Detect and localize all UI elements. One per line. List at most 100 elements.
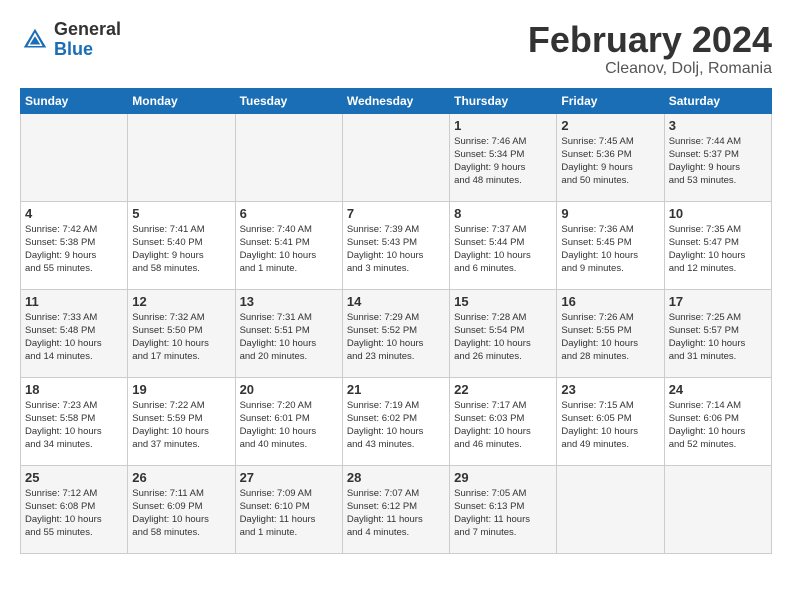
title-block: February 2024 Cleanov, Dolj, Romania xyxy=(528,20,772,78)
day-info: Sunrise: 7:19 AM Sunset: 6:02 PM Dayligh… xyxy=(347,399,445,452)
day-info: Sunrise: 7:35 AM Sunset: 5:47 PM Dayligh… xyxy=(669,223,767,276)
day-number: 17 xyxy=(669,294,767,309)
day-number: 13 xyxy=(240,294,338,309)
calendar-cell: 17 Sunrise: 7:25 AM Sunset: 5:57 PM Dayli… xyxy=(664,289,771,377)
day-info: Sunrise: 7:39 AM Sunset: 5:43 PM Dayligh… xyxy=(347,223,445,276)
calendar-cell: 23 Sunrise: 7:15 AM Sunset: 6:05 PM Dayli… xyxy=(557,377,664,465)
calendar-cell: 5 Sunrise: 7:41 AM Sunset: 5:40 PM Daylig… xyxy=(128,201,235,289)
calendar-week-2: 4 Sunrise: 7:42 AM Sunset: 5:38 PM Daylig… xyxy=(21,201,772,289)
calendar-cell: 14 Sunrise: 7:29 AM Sunset: 5:52 PM Dayli… xyxy=(342,289,449,377)
day-number: 2 xyxy=(561,118,659,133)
day-number: 5 xyxy=(132,206,230,221)
logo-blue-text: Blue xyxy=(54,39,93,59)
calendar-cell: 1Sunrise: 7:46 AM Sunset: 5:34 PM Daylig… xyxy=(450,113,557,201)
calendar-cell: 2 Sunrise: 7:45 AM Sunset: 5:36 PM Daylig… xyxy=(557,113,664,201)
calendar-week-5: 25 Sunrise: 7:12 AM Sunset: 6:08 PM Dayli… xyxy=(21,465,772,553)
day-info: Sunrise: 7:11 AM Sunset: 6:09 PM Dayligh… xyxy=(132,487,230,540)
day-number: 23 xyxy=(561,382,659,397)
calendar-cell xyxy=(664,465,771,553)
day-info: Sunrise: 7:31 AM Sunset: 5:51 PM Dayligh… xyxy=(240,311,338,364)
day-info: Sunrise: 7:20 AM Sunset: 6:01 PM Dayligh… xyxy=(240,399,338,452)
calendar-cell: 6 Sunrise: 7:40 AM Sunset: 5:41 PM Daylig… xyxy=(235,201,342,289)
day-info: Sunrise: 7:15 AM Sunset: 6:05 PM Dayligh… xyxy=(561,399,659,452)
day-number: 16 xyxy=(561,294,659,309)
day-number: 24 xyxy=(669,382,767,397)
day-header-saturday: Saturday xyxy=(664,88,771,113)
calendar-header-row: SundayMondayTuesdayWednesdayThursdayFrid… xyxy=(21,88,772,113)
day-info: Sunrise: 7:22 AM Sunset: 5:59 PM Dayligh… xyxy=(132,399,230,452)
day-info: Sunrise: 7:42 AM Sunset: 5:38 PM Dayligh… xyxy=(25,223,123,276)
day-info: Sunrise: 7:28 AM Sunset: 5:54 PM Dayligh… xyxy=(454,311,552,364)
day-info: Sunrise: 7:45 AM Sunset: 5:36 PM Dayligh… xyxy=(561,135,659,188)
day-number: 6 xyxy=(240,206,338,221)
calendar-week-4: 18 Sunrise: 7:23 AM Sunset: 5:58 PM Dayli… xyxy=(21,377,772,465)
day-number: 8 xyxy=(454,206,552,221)
day-info: Sunrise: 7:44 AM Sunset: 5:37 PM Dayligh… xyxy=(669,135,767,188)
day-info: Sunrise: 7:40 AM Sunset: 5:41 PM Dayligh… xyxy=(240,223,338,276)
day-number: 11 xyxy=(25,294,123,309)
calendar-cell: 28 Sunrise: 7:07 AM Sunset: 6:12 PM Dayli… xyxy=(342,465,449,553)
day-info: Sunrise: 7:26 AM Sunset: 5:55 PM Dayligh… xyxy=(561,311,659,364)
day-info: Sunrise: 7:25 AM Sunset: 5:57 PM Dayligh… xyxy=(669,311,767,364)
day-number: 4 xyxy=(25,206,123,221)
calendar-cell: 13 Sunrise: 7:31 AM Sunset: 5:51 PM Dayli… xyxy=(235,289,342,377)
calendar-week-1: 1Sunrise: 7:46 AM Sunset: 5:34 PM Daylig… xyxy=(21,113,772,201)
calendar-cell: 8 Sunrise: 7:37 AM Sunset: 5:44 PM Daylig… xyxy=(450,201,557,289)
calendar-cell: 9 Sunrise: 7:36 AM Sunset: 5:45 PM Daylig… xyxy=(557,201,664,289)
day-number: 27 xyxy=(240,470,338,485)
calendar-cell: 25 Sunrise: 7:12 AM Sunset: 6:08 PM Dayli… xyxy=(21,465,128,553)
calendar-cell xyxy=(128,113,235,201)
calendar-cell: 10 Sunrise: 7:35 AM Sunset: 5:47 PM Dayli… xyxy=(664,201,771,289)
day-number: 20 xyxy=(240,382,338,397)
calendar-cell: 18 Sunrise: 7:23 AM Sunset: 5:58 PM Dayli… xyxy=(21,377,128,465)
calendar-cell: 12 Sunrise: 7:32 AM Sunset: 5:50 PM Dayli… xyxy=(128,289,235,377)
day-info: Sunrise: 7:41 AM Sunset: 5:40 PM Dayligh… xyxy=(132,223,230,276)
calendar-cell: 19 Sunrise: 7:22 AM Sunset: 5:59 PM Dayli… xyxy=(128,377,235,465)
day-number: 1 xyxy=(454,118,552,133)
day-info: Sunrise: 7:33 AM Sunset: 5:48 PM Dayligh… xyxy=(25,311,123,364)
day-info: Sunrise: 7:12 AM Sunset: 6:08 PM Dayligh… xyxy=(25,487,123,540)
day-info: Sunrise: 7:37 AM Sunset: 5:44 PM Dayligh… xyxy=(454,223,552,276)
calendar-cell xyxy=(557,465,664,553)
calendar-week-3: 11 Sunrise: 7:33 AM Sunset: 5:48 PM Dayli… xyxy=(21,289,772,377)
logo-icon xyxy=(20,25,50,55)
day-number: 10 xyxy=(669,206,767,221)
month-title: February 2024 xyxy=(528,20,772,60)
day-number: 14 xyxy=(347,294,445,309)
calendar-cell: 27 Sunrise: 7:09 AM Sunset: 6:10 PM Dayli… xyxy=(235,465,342,553)
day-number: 12 xyxy=(132,294,230,309)
day-number: 25 xyxy=(25,470,123,485)
day-header-friday: Friday xyxy=(557,88,664,113)
day-header-sunday: Sunday xyxy=(21,88,128,113)
logo-general-text: General xyxy=(54,19,121,39)
day-number: 19 xyxy=(132,382,230,397)
day-header-thursday: Thursday xyxy=(450,88,557,113)
day-info: Sunrise: 7:23 AM Sunset: 5:58 PM Dayligh… xyxy=(25,399,123,452)
day-info: Sunrise: 7:32 AM Sunset: 5:50 PM Dayligh… xyxy=(132,311,230,364)
calendar-cell: 15 Sunrise: 7:28 AM Sunset: 5:54 PM Dayli… xyxy=(450,289,557,377)
day-info: Sunrise: 7:07 AM Sunset: 6:12 PM Dayligh… xyxy=(347,487,445,540)
day-info: Sunrise: 7:05 AM Sunset: 6:13 PM Dayligh… xyxy=(454,487,552,540)
day-number: 21 xyxy=(347,382,445,397)
day-info: Sunrise: 7:14 AM Sunset: 6:06 PM Dayligh… xyxy=(669,399,767,452)
day-info: Sunrise: 7:09 AM Sunset: 6:10 PM Dayligh… xyxy=(240,487,338,540)
day-header-monday: Monday xyxy=(128,88,235,113)
calendar-cell: 7Sunrise: 7:39 AM Sunset: 5:43 PM Daylig… xyxy=(342,201,449,289)
day-info: Sunrise: 7:29 AM Sunset: 5:52 PM Dayligh… xyxy=(347,311,445,364)
day-info: Sunrise: 7:17 AM Sunset: 6:03 PM Dayligh… xyxy=(454,399,552,452)
calendar-cell: 29Sunrise: 7:05 AM Sunset: 6:13 PM Dayli… xyxy=(450,465,557,553)
calendar-cell xyxy=(342,113,449,201)
day-number: 26 xyxy=(132,470,230,485)
calendar-cell: 4 Sunrise: 7:42 AM Sunset: 5:38 PM Daylig… xyxy=(21,201,128,289)
day-number: 18 xyxy=(25,382,123,397)
calendar-cell: 20 Sunrise: 7:20 AM Sunset: 6:01 PM Dayli… xyxy=(235,377,342,465)
day-number: 28 xyxy=(347,470,445,485)
day-number: 22 xyxy=(454,382,552,397)
calendar-cell: 22 Sunrise: 7:17 AM Sunset: 6:03 PM Dayli… xyxy=(450,377,557,465)
day-info: Sunrise: 7:36 AM Sunset: 5:45 PM Dayligh… xyxy=(561,223,659,276)
day-header-wednesday: Wednesday xyxy=(342,88,449,113)
calendar-table: SundayMondayTuesdayWednesdayThursdayFrid… xyxy=(20,88,772,554)
calendar-cell: 16 Sunrise: 7:26 AM Sunset: 5:55 PM Dayli… xyxy=(557,289,664,377)
day-number: 9 xyxy=(561,206,659,221)
day-number: 15 xyxy=(454,294,552,309)
